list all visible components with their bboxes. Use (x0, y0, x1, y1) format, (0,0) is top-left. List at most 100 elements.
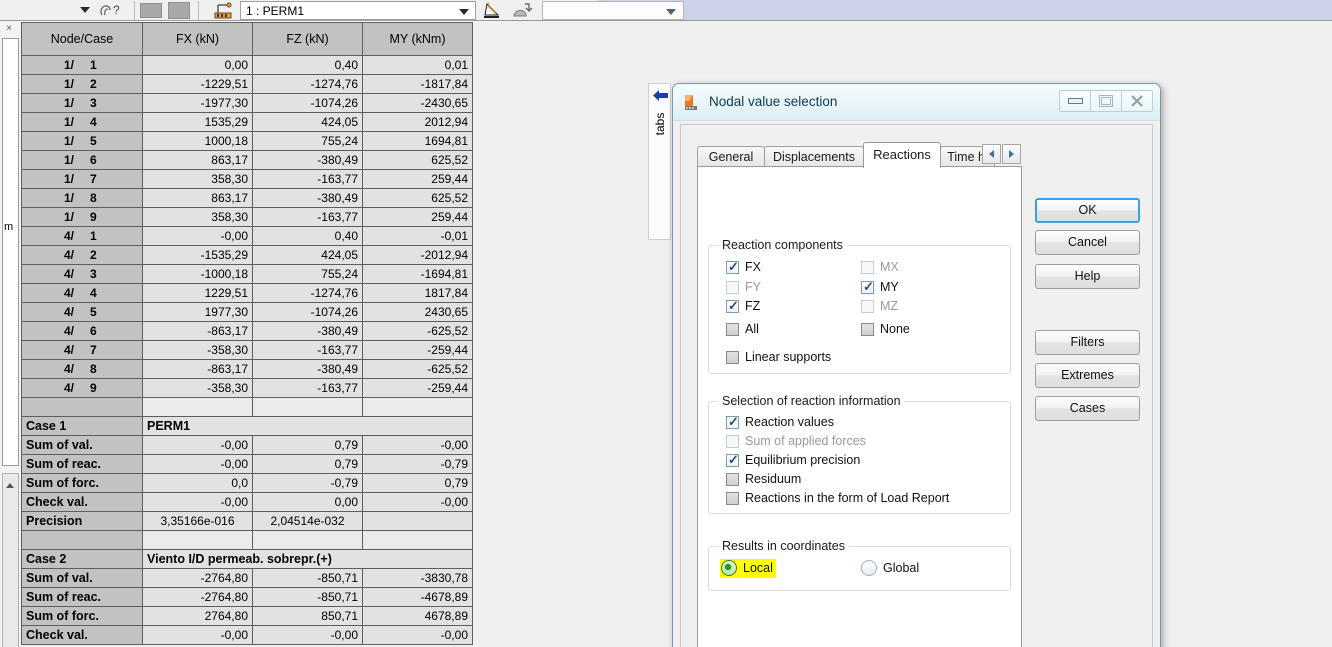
cell-value-1[interactable]: -380,49 (252, 188, 363, 208)
radio-global-dot[interactable] (861, 560, 877, 576)
cell-value-2[interactable]: -1817,84 (362, 74, 473, 94)
cell-value-2[interactable]: 259,44 (362, 169, 473, 189)
cell-node-case[interactable]: 1/4 (21, 112, 143, 132)
cell-summary-value-2[interactable] (362, 511, 473, 531)
cell-node-case[interactable]: 1/8 (21, 188, 143, 208)
supports-icon[interactable] (214, 2, 232, 19)
cell-value-2[interactable]: -259,44 (362, 340, 473, 360)
cell-value-0[interactable]: 358,30 (142, 207, 253, 227)
checkbox-mx[interactable]: MX (861, 260, 899, 274)
checkbox-sum-applied-forces-box[interactable] (726, 434, 739, 448)
checkbox-fy-box[interactable] (726, 280, 739, 294)
left-arrow-icon[interactable] (652, 88, 669, 103)
cell-summary-label[interactable]: Check val. (21, 492, 143, 512)
checkbox-reaction-values-box[interactable]: ✓ (726, 415, 739, 429)
cancel-button[interactable]: Cancel (1035, 230, 1140, 255)
loads-icon-2[interactable] (512, 2, 534, 19)
tab-scroll-right-icon[interactable] (1002, 144, 1021, 164)
cell-case-label[interactable]: Case 2 (21, 549, 143, 569)
cell-summary-value-1[interactable]: -850,71 (252, 587, 363, 607)
checkbox-my[interactable]: ✓ MY (861, 280, 899, 294)
cell-value-0[interactable]: 1000,18 (142, 131, 253, 151)
cell-summary-value-1[interactable]: -0,00 (252, 625, 363, 645)
cell-value-0[interactable]: 863,17 (142, 150, 253, 170)
cell-summary-label[interactable]: Sum of reac. (21, 454, 143, 474)
cell-summary-value-1[interactable]: 0,79 (252, 454, 363, 474)
cell-value-2[interactable]: -625,52 (362, 359, 473, 379)
cell-summary-value-0[interactable]: 2764,80 (142, 606, 253, 626)
cell-value-2[interactable]: -1694,81 (362, 264, 473, 284)
cell-value-1[interactable]: -380,49 (252, 321, 363, 341)
cell-summary-value-2[interactable]: -4678,89 (362, 587, 473, 607)
cell-summary-value-0[interactable]: -0,00 (142, 492, 253, 512)
cell-value-1[interactable]: -163,77 (252, 340, 363, 360)
checkbox-mz-box[interactable] (861, 299, 874, 313)
cell-value-1[interactable]: 0,40 (252, 226, 363, 246)
cell-summary-value-2[interactable]: -0,00 (362, 435, 473, 455)
chevron-down-icon-2[interactable] (666, 9, 676, 15)
cell-summary-value-2[interactable]: 0,79 (362, 473, 473, 493)
cell-value-1[interactable]: 0,40 (252, 55, 363, 75)
dialog-titlebar[interactable]: Nodal value selection (673, 84, 1160, 121)
checkbox-load-report[interactable]: Reactions in the form of Load Report (726, 491, 949, 505)
cell-case-name[interactable]: PERM1 (142, 416, 473, 436)
cell-node-case[interactable]: 4/1 (21, 226, 143, 246)
checkbox-fx[interactable]: ✓ FX (726, 260, 761, 274)
cell-value-1[interactable]: -163,77 (252, 207, 363, 227)
radio-local[interactable]: Local (720, 559, 776, 578)
column-header-fz[interactable]: FZ (kN) (252, 22, 363, 56)
checkbox-linear-supports[interactable]: Linear supports (726, 350, 831, 364)
help-button[interactable]: Help (1035, 264, 1140, 289)
cell-value-2[interactable]: 259,44 (362, 207, 473, 227)
cell-summary-value-0[interactable]: -0,00 (142, 435, 253, 455)
cell-value-0[interactable]: 1535,29 (142, 112, 253, 132)
checkbox-mx-box[interactable] (861, 260, 874, 274)
checkbox-fz[interactable]: ✓ FZ (726, 299, 760, 313)
extremes-button[interactable]: Extremes (1035, 363, 1140, 388)
filters-button[interactable]: Filters (1035, 330, 1140, 355)
cell-value-1[interactable]: 424,05 (252, 245, 363, 265)
cell-value-2[interactable]: 2430,65 (362, 302, 473, 322)
cell-summary-value-2[interactable]: -3830,78 (362, 568, 473, 588)
cell-node-case[interactable]: 1/6 (21, 150, 143, 170)
cases-button[interactable]: Cases (1035, 396, 1140, 421)
checkbox-equilibrium-precision[interactable]: ✓ Equilibrium precision (726, 453, 860, 467)
vertical-tabs-strip[interactable]: tabs (648, 83, 671, 240)
load-case-combo[interactable]: 1 : PERM1 (240, 1, 476, 20)
cell-value-2[interactable]: -259,44 (362, 378, 473, 398)
column-header-my[interactable]: MY (kNm) (362, 22, 473, 56)
grey-button-1[interactable] (140, 3, 162, 18)
checkbox-residuum-box[interactable] (726, 472, 739, 486)
cell-case-label[interactable]: Case 1 (21, 416, 143, 436)
cell-value-2[interactable]: 625,52 (362, 188, 473, 208)
cell-value-2[interactable]: 1817,84 (362, 283, 473, 303)
cell-value-0[interactable]: -358,30 (142, 378, 253, 398)
cell-summary-label[interactable]: Sum of forc. (21, 473, 143, 493)
chevron-down-icon[interactable] (459, 9, 469, 15)
checkbox-all-box[interactable] (726, 322, 739, 336)
ok-button[interactable]: OK (1035, 198, 1140, 223)
cell-summary-label[interactable]: Sum of forc. (21, 606, 143, 626)
cell-summary-value-2[interactable]: -0,00 (362, 625, 473, 645)
checkbox-reaction-values[interactable]: ✓ Reaction values (726, 415, 834, 429)
radio-global[interactable]: Global (861, 560, 919, 576)
checkbox-linear-supports-box[interactable] (726, 350, 739, 364)
cell-value-1[interactable]: -380,49 (252, 359, 363, 379)
cell-case-name[interactable]: Viento I/D permeab. sobrepr.(+) (142, 549, 473, 569)
cell-value-0[interactable]: -1535,29 (142, 245, 253, 265)
cell-value-1[interactable]: 424,05 (252, 112, 363, 132)
cell-summary-label[interactable]: Precision (21, 511, 143, 531)
checkbox-all[interactable]: All (726, 322, 759, 336)
loads-icon-1[interactable] (482, 1, 504, 20)
cell-value-2[interactable]: -2430,65 (362, 93, 473, 113)
cell-value-1[interactable]: -163,77 (252, 378, 363, 398)
cell-summary-label[interactable]: Check val. (21, 625, 143, 645)
cell-value-0[interactable]: -863,17 (142, 359, 253, 379)
cell-value-2[interactable]: -625,52 (362, 321, 473, 341)
tab-reactions[interactable]: Reactions (863, 142, 941, 168)
cell-value-1[interactable]: 755,24 (252, 264, 363, 284)
cell-value-0[interactable]: 1229,51 (142, 283, 253, 303)
checkbox-mz[interactable]: MZ (861, 299, 898, 313)
cell-value-2[interactable]: 1694,81 (362, 131, 473, 151)
cell-value-0[interactable]: 0,00 (142, 55, 253, 75)
